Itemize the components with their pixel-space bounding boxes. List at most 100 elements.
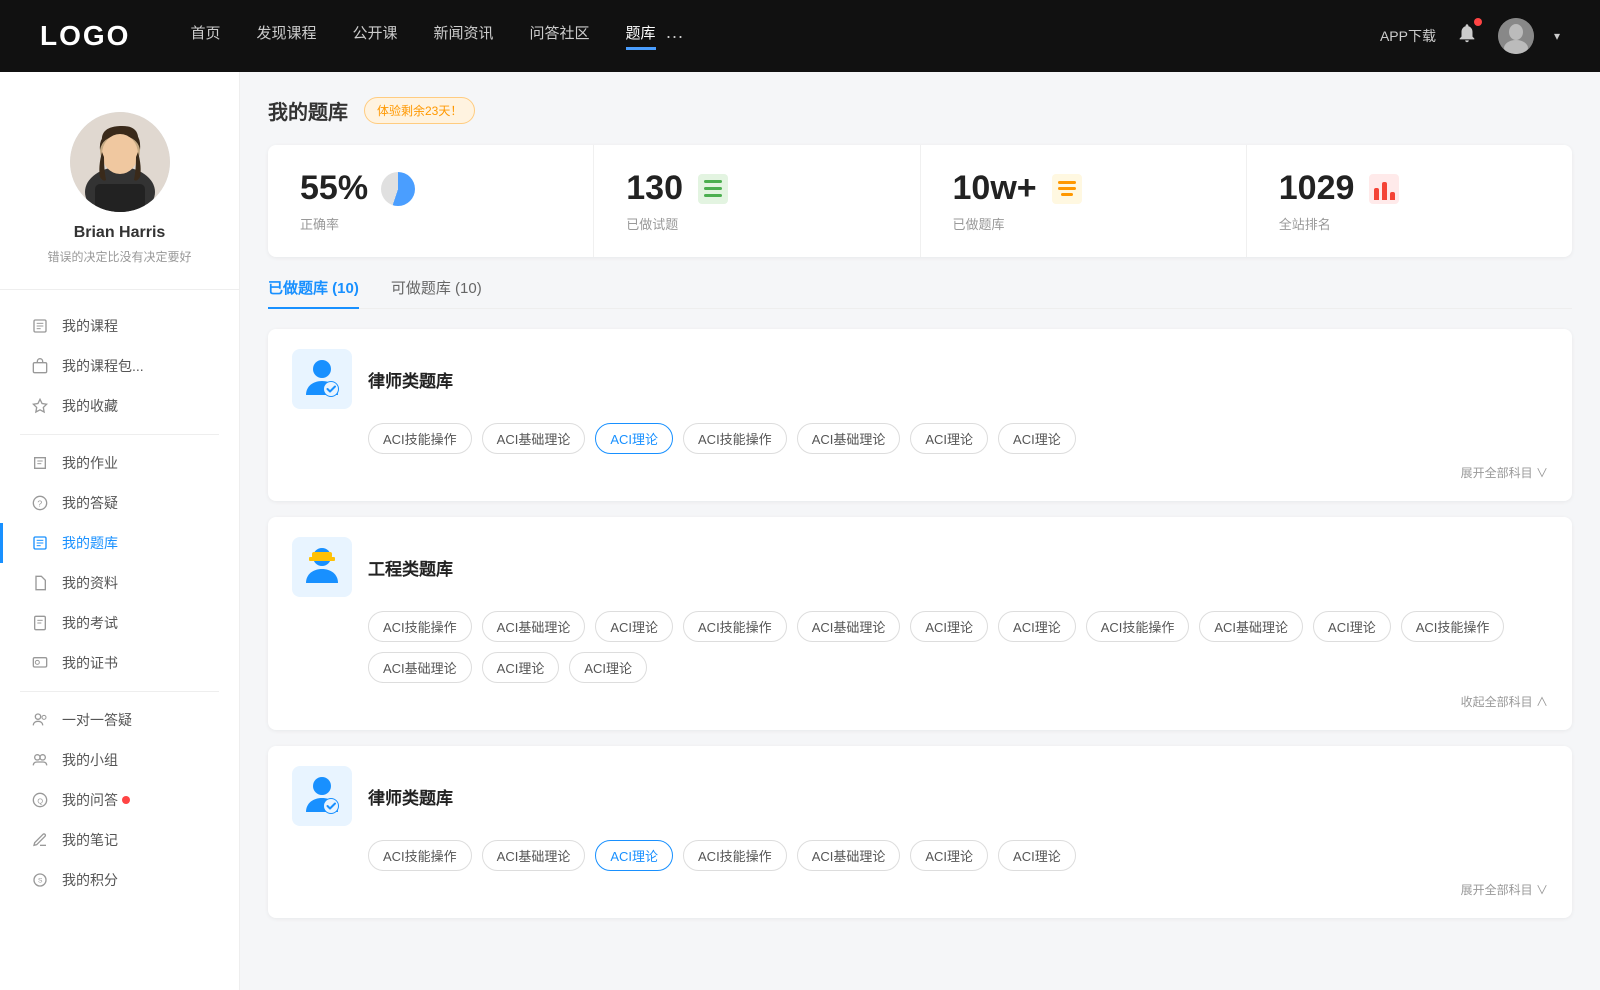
notification-badge [1474, 18, 1482, 26]
stat-accuracy-label: 正确率 [300, 214, 561, 233]
sidebar-item-group[interactable]: 我的小组 [0, 740, 239, 780]
sidebar-item-homework[interactable]: 我的作业 [0, 443, 239, 483]
sidebar-label-course: 我的课程 [62, 316, 118, 336]
nav-item-qa[interactable]: 问答社区 [530, 22, 590, 50]
user-motto: 错误的决定比没有决定要好 [47, 248, 191, 265]
topic-tag-1-9[interactable]: ACI理论 [1313, 611, 1391, 642]
stat-accuracy-icon [380, 171, 416, 207]
nav-item-open[interactable]: 公开课 [352, 22, 397, 50]
topic-tag-0-2[interactable]: ACI理论 [595, 423, 673, 454]
topic-collapse-engineer[interactable]: 收起全部科目 ∧ [292, 693, 1548, 710]
stats-row: 55% 正确率 130 [268, 145, 1572, 257]
topic-tag-1-5[interactable]: ACI理论 [910, 611, 988, 642]
svg-text:?: ? [37, 498, 42, 508]
sidebar-profile: Brian Harris 错误的决定比没有决定要好 [0, 96, 239, 290]
user-avatar[interactable] [1498, 18, 1534, 54]
trial-badge: 体验剩余23天！ [364, 97, 475, 124]
profile-avatar[interactable] [70, 112, 170, 212]
topic-tag-1-6[interactable]: ACI理论 [998, 611, 1076, 642]
topic-title-engineer: 工程类题库 [368, 555, 453, 580]
topic-tag-0-3[interactable]: ACI技能操作 [683, 423, 787, 454]
user-dropdown-arrow[interactable]: ▾ [1554, 29, 1560, 43]
nav-item-courses[interactable]: 发现课程 [256, 22, 316, 50]
topic-tag-2-6[interactable]: ACI理论 [998, 840, 1076, 871]
course-icon [30, 316, 50, 336]
sidebar-item-cert[interactable]: 我的证书 [0, 643, 239, 683]
app-download[interactable]: APP下载 [1380, 26, 1436, 46]
sidebar-item-package[interactable]: 我的课程包... [0, 346, 239, 386]
topic-tag-1-1[interactable]: ACI基础理论 [482, 611, 586, 642]
svg-text:S: S [38, 878, 43, 885]
sidebar-item-ask[interactable]: ? 我的答疑 [0, 483, 239, 523]
sidebar-item-data[interactable]: 我的资料 [0, 563, 239, 603]
sidebar-item-oneone[interactable]: 一对一答疑 [0, 700, 239, 740]
topic-tag-2-3[interactable]: ACI技能操作 [683, 840, 787, 871]
sidebar-item-notes[interactable]: 我的笔记 [0, 820, 239, 860]
navbar: LOGO 首页 发现课程 公开课 新闻资讯 问答社区 题库 ··· APP下载 … [0, 0, 1600, 72]
sidebar-label-ask: 我的答疑 [62, 493, 118, 513]
tab-available[interactable]: 可做题库 (10) [391, 277, 482, 308]
topic-tag-1-11[interactable]: ACI基础理论 [368, 652, 472, 683]
sidebar-divider-2 [20, 691, 219, 692]
sidebar-item-qa[interactable]: Q 我的问答 [0, 780, 239, 820]
stat-done-banks-label: 已做题库 [953, 214, 1214, 233]
sidebar-label-exam: 我的考试 [62, 613, 118, 633]
topic-tags-engineer: ACI技能操作 ACI基础理论 ACI理论 ACI技能操作 ACI基础理论 AC… [368, 611, 1548, 683]
topic-tag-0-1[interactable]: ACI基础理论 [482, 423, 586, 454]
topic-tag-1-10[interactable]: ACI技能操作 [1401, 611, 1505, 642]
topic-tag-0-4[interactable]: ACI基础理论 [797, 423, 901, 454]
topic-tag-2-4[interactable]: ACI基础理论 [797, 840, 901, 871]
topic-tag-0-6[interactable]: ACI理论 [998, 423, 1076, 454]
topic-tag-1-4[interactable]: ACI基础理论 [797, 611, 901, 642]
topic-tag-1-3[interactable]: ACI技能操作 [683, 611, 787, 642]
stat-done-questions-value: 130 [626, 169, 683, 208]
topic-title-lawyer-1: 律师类题库 [368, 367, 453, 392]
topic-tag-2-2[interactable]: ACI理论 [595, 840, 673, 871]
topic-card-lawyer-1: 律师类题库 ACI技能操作 ACI基础理论 ACI理论 ACI技能操作 ACI基… [268, 329, 1572, 501]
question-icon: ? [30, 493, 50, 513]
topic-tag-2-1[interactable]: ACI基础理论 [482, 840, 586, 871]
topic-title-lawyer-2: 律师类题库 [368, 784, 453, 809]
navbar-right: APP下载 ▾ [1380, 18, 1560, 54]
tab-done[interactable]: 已做题库 (10) [268, 277, 359, 308]
topic-tag-2-5[interactable]: ACI理论 [910, 840, 988, 871]
topic-tag-0-5[interactable]: ACI理论 [910, 423, 988, 454]
topic-tag-1-2[interactable]: ACI理论 [595, 611, 673, 642]
stat-done-banks: 10w+ 已做题库 [921, 145, 1247, 257]
sidebar-item-exam[interactable]: 我的考试 [0, 603, 239, 643]
sidebar-item-course[interactable]: 我的课程 [0, 306, 239, 346]
notification-bell[interactable] [1456, 22, 1478, 50]
topic-tag-2-0[interactable]: ACI技能操作 [368, 840, 472, 871]
nav-item-news[interactable]: 新闻资讯 [434, 22, 494, 50]
package-icon [30, 356, 50, 376]
sidebar-item-points[interactable]: S 我的积分 [0, 860, 239, 900]
sidebar-menu: 我的课程 我的课程包... 我的收藏 我的作业 [0, 290, 239, 916]
page-title: 我的题库 [268, 96, 348, 125]
topic-card-lawyer-1-header: 律师类题库 [292, 349, 1548, 409]
sidebar-label-data: 我的资料 [62, 573, 118, 593]
svg-text:Q: Q [37, 796, 43, 805]
sidebar-item-bank[interactable]: 我的题库 [0, 523, 239, 563]
sidebar-item-favorites[interactable]: 我的收藏 [0, 386, 239, 426]
topic-card-engineer: 工程类题库 ACI技能操作 ACI基础理论 ACI理论 ACI技能操作 ACI基… [268, 517, 1572, 730]
topic-expand-lawyer-2[interactable]: 展开全部科目 ∨ [292, 881, 1548, 898]
topic-tag-0-0[interactable]: ACI技能操作 [368, 423, 472, 454]
points-icon: S [30, 870, 50, 890]
topic-tag-1-0[interactable]: ACI技能操作 [368, 611, 472, 642]
logo[interactable]: LOGO [40, 20, 130, 52]
topic-expand-lawyer-1[interactable]: 展开全部科目 ∨ [292, 464, 1548, 481]
sidebar-label-favorites: 我的收藏 [62, 396, 118, 416]
topic-card-lawyer-2: 律师类题库 ACI技能操作 ACI基础理论 ACI理论 ACI技能操作 ACI基… [268, 746, 1572, 918]
topic-tag-1-13[interactable]: ACI理论 [569, 652, 647, 683]
stat-done-banks-value: 10w+ [953, 169, 1037, 208]
topic-tags-lawyer-2: ACI技能操作 ACI基础理论 ACI理论 ACI技能操作 ACI基础理论 AC… [368, 840, 1548, 871]
topic-tag-1-8[interactable]: ACI基础理论 [1199, 611, 1303, 642]
nav-item-bank[interactable]: 题库 [626, 22, 656, 50]
topic-tag-1-7[interactable]: ACI技能操作 [1086, 611, 1190, 642]
nav-more[interactable]: ··· [666, 26, 684, 47]
topic-tag-1-12[interactable]: ACI理论 [482, 652, 560, 683]
nav-item-home[interactable]: 首页 [190, 22, 220, 50]
stat-rank-value: 1029 [1279, 169, 1355, 208]
group-icon [30, 750, 50, 770]
stat-accuracy-value: 55% [300, 169, 368, 208]
